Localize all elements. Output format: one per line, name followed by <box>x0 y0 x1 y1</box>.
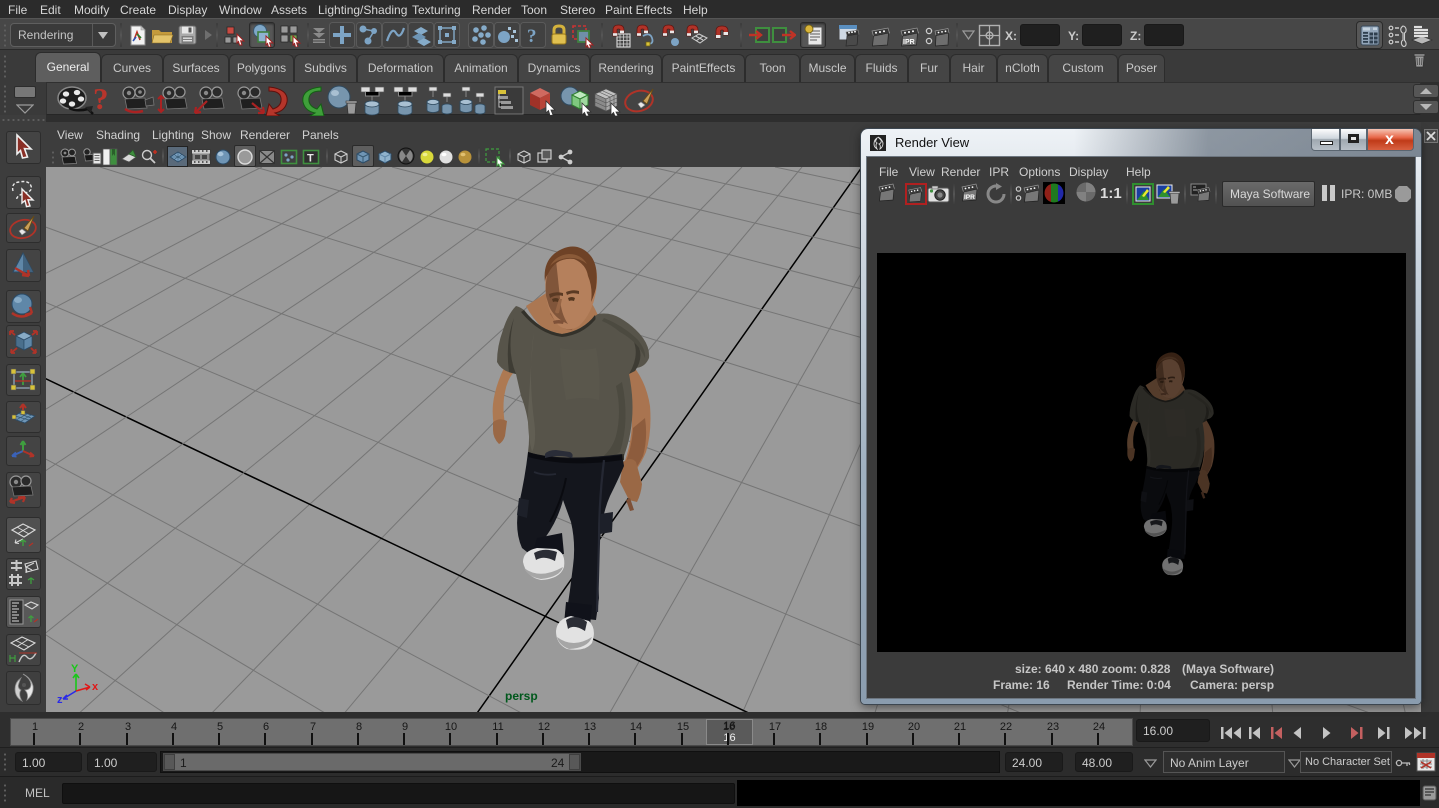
svg-text:persp: persp <box>505 689 538 703</box>
svg-text:x: x <box>92 681 99 693</box>
svg-text:z: z <box>57 694 63 706</box>
svg-text:T: T <box>307 153 314 165</box>
svg-text:Y: Y <box>71 663 79 675</box>
svg-text:?: ? <box>527 26 537 47</box>
svg-text:IPR: IPR <box>903 39 915 46</box>
svg-text:IPR: IPR <box>964 194 975 201</box>
